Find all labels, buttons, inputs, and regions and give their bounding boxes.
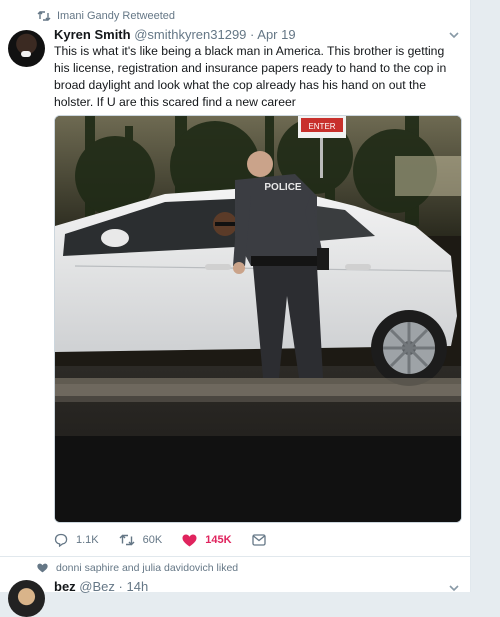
chevron-down-icon[interactable] xyxy=(448,582,460,594)
tweet-date[interactable]: Apr 19 xyxy=(257,27,295,42)
reply-button[interactable]: 1.1K xyxy=(54,533,99,547)
like-count: 145K xyxy=(205,534,232,546)
retweet-icon xyxy=(119,534,135,546)
chevron-down-icon[interactable] xyxy=(448,29,460,41)
retweet-count: 60K xyxy=(142,534,163,546)
tweet-divider xyxy=(0,556,470,557)
like-button[interactable]: 145K xyxy=(182,534,232,547)
author-name[interactable]: Kyren Smith xyxy=(54,27,131,42)
retweet-context-text[interactable]: Imani Gandy Retweeted xyxy=(57,10,175,22)
timeline: Imani Gandy Retweeted Kyren Smith @smith… xyxy=(0,0,471,617)
retweet-button[interactable]: 60K xyxy=(119,533,163,547)
retweet-icon xyxy=(37,11,51,21)
direct-message-button[interactable] xyxy=(251,534,274,546)
tweet-header: Kyren Smith @smithkyren31299 · Apr 19 xyxy=(54,27,296,42)
author-handle[interactable]: @smithkyren31299 xyxy=(134,27,246,42)
avatar[interactable] xyxy=(8,580,45,617)
sign-text: ENTER xyxy=(308,122,335,131)
like-context: donni saphire and julia davidovich liked xyxy=(37,561,238,575)
police-label: POLICE xyxy=(264,182,302,193)
avatar[interactable] xyxy=(8,30,45,67)
tweet-photo[interactable]: ENTER POLICE xyxy=(54,115,462,523)
tweet-date-separator: · xyxy=(250,27,255,42)
heart-icon xyxy=(37,563,48,573)
reply-icon xyxy=(54,533,68,547)
message-icon xyxy=(251,534,266,546)
retweet-context: Imani Gandy Retweeted xyxy=(37,8,175,24)
tweet-text: This is what it's like being a black man… xyxy=(54,44,447,109)
page-background xyxy=(471,0,500,592)
like-context-text[interactable]: donni saphire and julia davidovich liked xyxy=(56,562,238,574)
tweet-actions: 1.1K 60K 145K xyxy=(54,530,294,550)
reply-count: 1.1K xyxy=(76,534,99,546)
heart-icon xyxy=(182,534,197,546)
